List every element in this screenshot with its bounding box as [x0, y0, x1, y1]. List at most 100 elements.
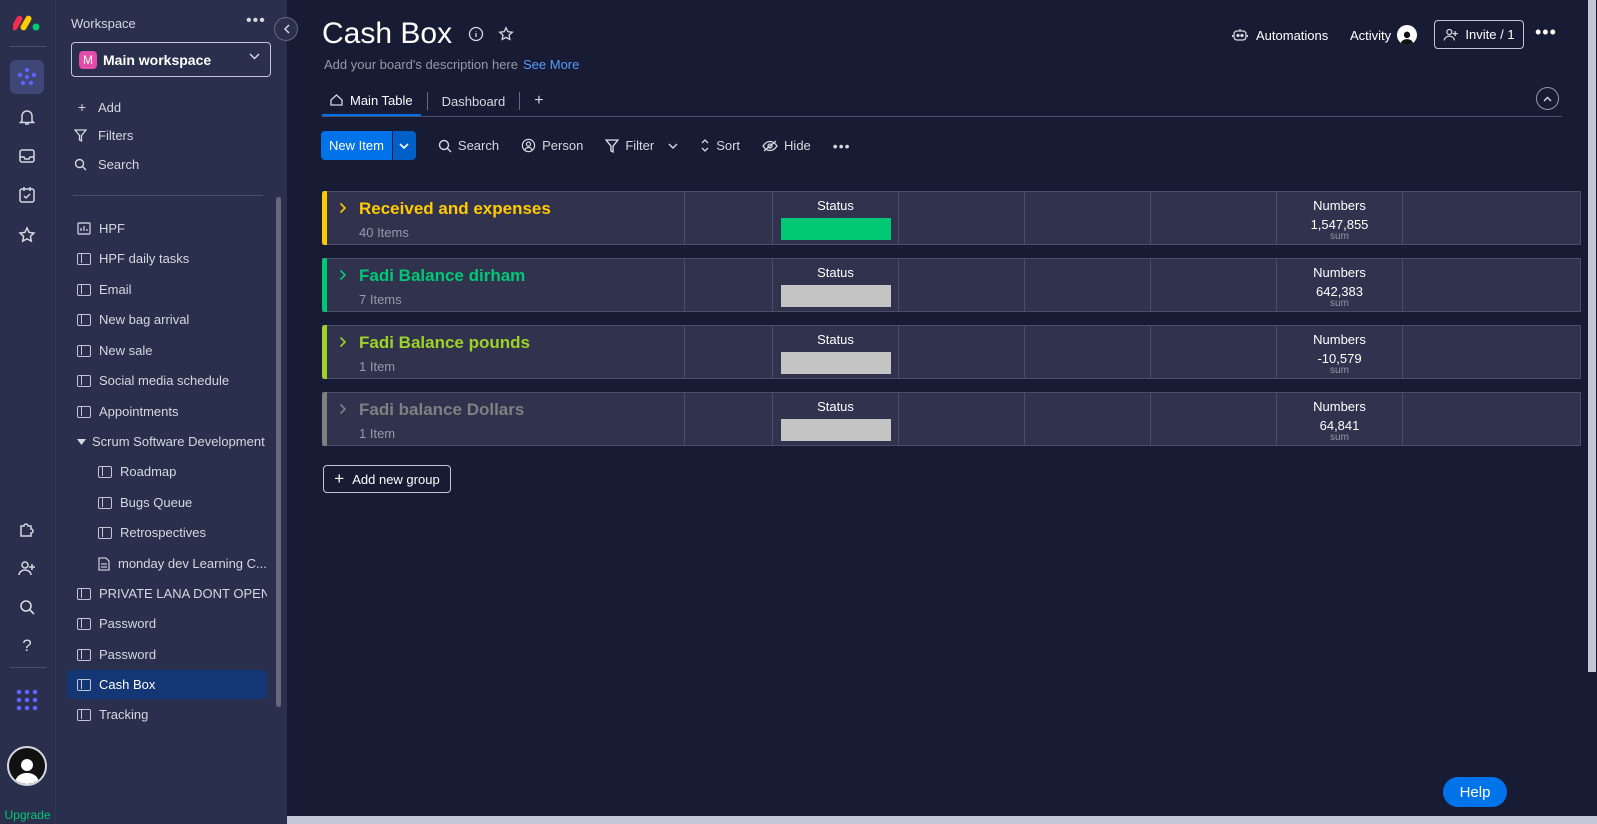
search-icon[interactable] — [12, 592, 42, 622]
sidebar-item-cash-box[interactable]: Cash Box — [67, 670, 267, 699]
sidebar-item-hpf-daily-tasks[interactable]: HPF daily tasks — [67, 244, 267, 273]
home-grid-icon[interactable] — [10, 60, 44, 94]
sidebar-filters-button[interactable]: Filters — [74, 124, 133, 146]
tab-main-table[interactable]: Main Table — [322, 86, 421, 116]
workspace-more-icon[interactable]: ••• — [246, 12, 266, 30]
board-description[interactable]: Add your board's description here — [324, 57, 518, 72]
add-new-group-button[interactable]: + Add new group — [323, 465, 451, 493]
group-name[interactable]: Fadi Balance pounds — [359, 333, 530, 353]
notifications-bell-icon[interactable] — [12, 102, 42, 132]
status-summary-bar[interactable] — [781, 218, 891, 240]
automations-button[interactable]: Automations — [1232, 24, 1328, 46]
chevron-down-icon[interactable] — [668, 143, 678, 149]
user-avatar[interactable] — [7, 746, 47, 786]
collapse-sidebar-chevron-left-icon[interactable] — [274, 17, 298, 41]
favorites-star-icon[interactable] — [12, 220, 42, 250]
numbers-column: Numbers -10,579 sum — [1276, 326, 1366, 378]
sidebar-search-button[interactable]: Search — [74, 153, 139, 175]
help-button[interactable]: Help — [1443, 777, 1507, 807]
info-icon[interactable] — [468, 26, 484, 42]
sidebar-item-label: Cash Box — [99, 677, 156, 692]
workspace-selector[interactable]: M Main workspace — [71, 42, 271, 77]
group-fadi-balance-dirham[interactable]: Fadi Balance dirham 7 Items Status Numbe… — [322, 258, 1581, 312]
new-item-button[interactable]: New Item — [321, 131, 392, 160]
hide-button[interactable]: Hide — [762, 138, 811, 153]
column-divider — [684, 259, 685, 311]
inbox-icon[interactable] — [12, 141, 42, 171]
column-divider — [1402, 192, 1403, 244]
group-item-count: 1 Item — [359, 426, 396, 441]
apps-puzzle-icon[interactable] — [12, 514, 42, 544]
sidebar-item-label: Scrum Software Development — [92, 434, 265, 449]
help-question-icon[interactable]: ? — [12, 631, 42, 661]
numbers-sum-label: sum — [1330, 231, 1349, 242]
sidebar-item-retrospectives[interactable]: Retrospectives — [88, 518, 268, 547]
sidebar-item-password-2[interactable]: Password — [67, 640, 267, 669]
expand-chevron-right-icon[interactable] — [339, 269, 347, 281]
column-divider — [1402, 259, 1403, 311]
filter-button[interactable]: Filter — [605, 138, 678, 153]
my-work-calendar-icon[interactable] — [12, 180, 42, 210]
sidebar-folder-scrum[interactable]: Scrum Software Development — [67, 427, 267, 456]
monday-logo-icon[interactable] — [12, 7, 42, 37]
expand-chevron-right-icon[interactable] — [339, 336, 347, 348]
group-name[interactable]: Fadi Balance dirham — [359, 266, 525, 286]
sidebar-scrollbar[interactable] — [276, 197, 281, 707]
sidebar-item-password[interactable]: Password — [67, 609, 267, 638]
sidebar-item-hpf[interactable]: HPF — [67, 214, 267, 243]
sidebar-item-new-sale[interactable]: New sale — [67, 336, 267, 365]
sidebar-item-email[interactable]: Email — [67, 275, 267, 304]
favorite-star-icon[interactable] — [498, 26, 514, 42]
activity-button[interactable]: Activity — [1350, 24, 1418, 46]
column-divider — [1024, 192, 1025, 244]
sidebar-add-button[interactable]: + Add — [74, 96, 121, 118]
tab-divider — [519, 92, 521, 110]
board-icon — [77, 374, 91, 387]
board-icon — [77, 283, 91, 296]
group-received-and-expenses[interactable]: Received and expenses 40 Items Status Nu… — [322, 191, 1581, 245]
board-more-icon[interactable]: ••• — [1535, 22, 1557, 43]
search-button[interactable]: Search — [438, 138, 499, 153]
board-icon — [77, 708, 91, 721]
toolbar-more-icon[interactable]: ••• — [833, 138, 851, 154]
collapse-header-chevron-up-icon[interactable] — [1536, 87, 1559, 110]
sidebar-item-new-bag-arrival[interactable]: New bag arrival — [67, 305, 267, 334]
expand-chevron-right-icon[interactable] — [339, 202, 347, 214]
status-summary-bar[interactable] — [781, 419, 891, 441]
group-fadi-balance-pounds[interactable]: Fadi Balance pounds 1 Item Status Number… — [322, 325, 1581, 379]
sidebar-item-bugs-queue[interactable]: Bugs Queue — [88, 488, 268, 517]
sidebar-item-social-media-schedule[interactable]: Social media schedule — [67, 366, 267, 395]
invite-members-icon[interactable] — [12, 553, 42, 583]
column-divider — [898, 393, 899, 445]
status-summary-bar[interactable] — [781, 352, 891, 374]
board-title[interactable]: Cash Box — [322, 17, 452, 51]
add-view-button[interactable]: + — [526, 86, 551, 116]
group-name[interactable]: Received and expenses — [359, 199, 551, 219]
group-item-count: 7 Items — [359, 292, 402, 307]
sidebar-item-appointments[interactable]: Appointments — [67, 397, 267, 426]
person-filter-button[interactable]: Person — [521, 138, 583, 153]
see-more-link[interactable]: See More — [523, 57, 579, 72]
new-item-dropdown-chevron-icon[interactable] — [391, 131, 416, 160]
search-icon — [74, 158, 90, 171]
group-color-bar — [322, 191, 327, 245]
main-horizontal-scrollbar[interactable] — [287, 816, 1597, 824]
group-color-bar — [322, 325, 327, 379]
group-item-count: 40 Items — [359, 225, 409, 240]
invite-button[interactable]: Invite / 1 — [1434, 20, 1524, 49]
sort-label: Sort — [716, 138, 741, 153]
sidebar-item-monday-dev-learning[interactable]: monday dev Learning C... — [88, 549, 268, 578]
sidebar-item-tracking[interactable]: Tracking — [67, 700, 267, 729]
status-summary-bar[interactable] — [781, 285, 891, 307]
upgrade-link[interactable]: Upgrade — [0, 808, 55, 822]
group-fadi-balance-dollars[interactable]: Fadi balance Dollars 1 Item Status Numbe… — [322, 392, 1581, 446]
sidebar-item-roadmap[interactable]: Roadmap — [88, 457, 268, 486]
tab-dashboard[interactable]: Dashboard — [434, 86, 514, 116]
main-vertical-scrollbar[interactable] — [1588, 0, 1596, 672]
expand-chevron-right-icon[interactable] — [339, 403, 347, 415]
sort-button[interactable]: Sort — [700, 138, 740, 153]
board-icon — [98, 465, 112, 478]
group-name[interactable]: Fadi balance Dollars — [359, 400, 524, 420]
sidebar-item-private-lana[interactable]: PRIVATE LANA DONT OPEN — [67, 579, 267, 608]
products-switcher-icon[interactable] — [12, 685, 42, 715]
